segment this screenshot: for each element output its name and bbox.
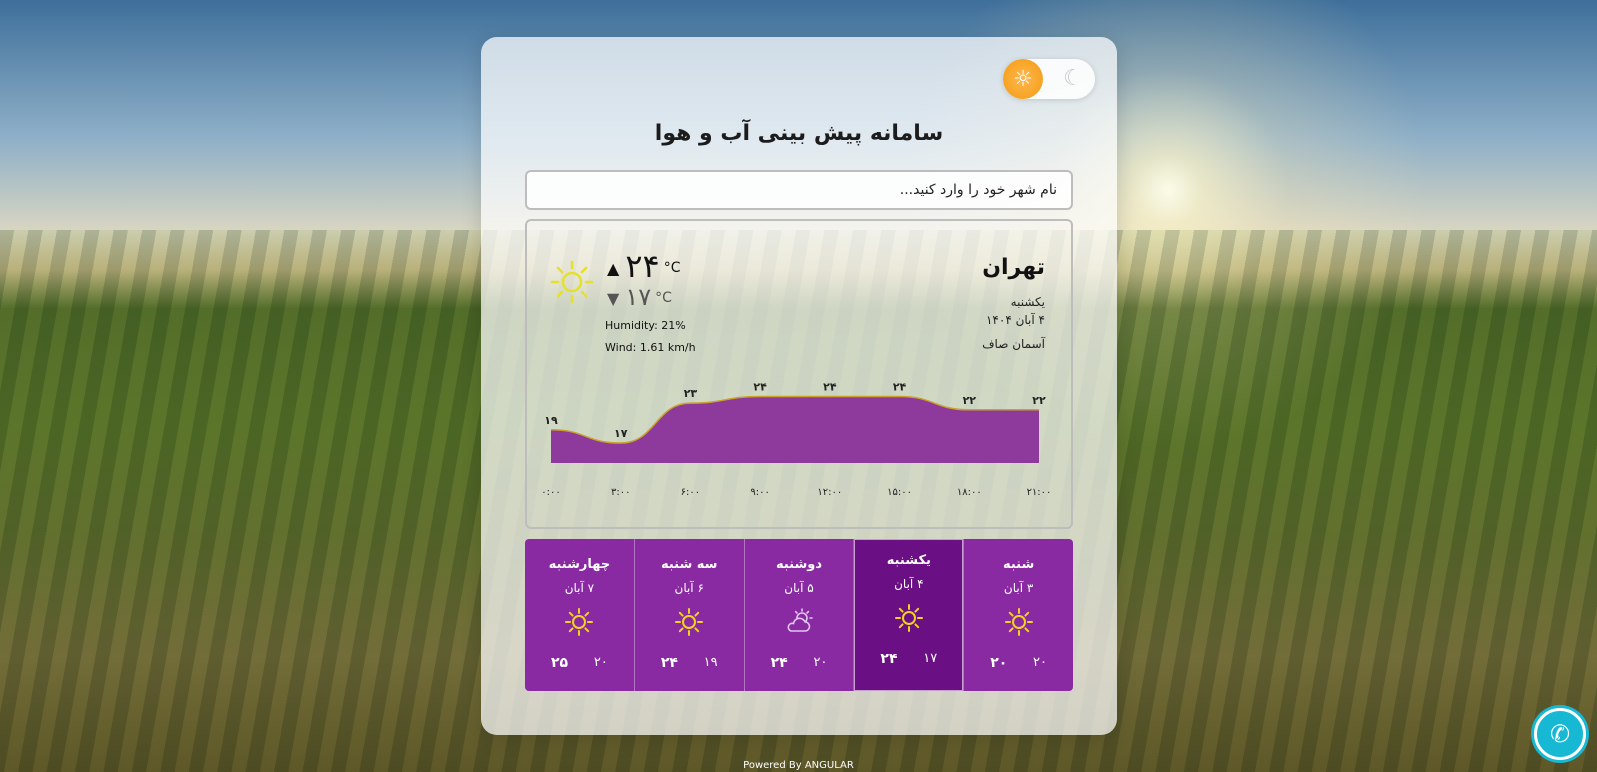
forecast-day-name: چهارشنبه bbox=[548, 557, 611, 572]
chart-x-tick-3: ۹:۰۰ bbox=[750, 487, 769, 498]
forecast-min-temp: ۲۰ bbox=[1033, 655, 1047, 670]
forecast-max-temp: ۲۴ bbox=[880, 651, 898, 667]
temp-unit: °C bbox=[655, 290, 672, 306]
sun-icon bbox=[565, 608, 594, 636]
sun-icon bbox=[894, 604, 923, 632]
forecast-day-date: ۷ آبان bbox=[564, 581, 595, 595]
chart-x-tick-4: ۱۲:۰۰ bbox=[817, 487, 842, 498]
weather-description: آسمان صاف bbox=[982, 337, 1045, 351]
chart-x-tick-5: ۱۵:۰۰ bbox=[887, 487, 912, 498]
chart-value-label-7: ۲۲ bbox=[1032, 394, 1046, 407]
current-date: ۴ آبان ۱۴۰۴ bbox=[985, 313, 1045, 327]
phone-icon: ✆ bbox=[1549, 720, 1571, 748]
forecast-max-temp: ۲۴ bbox=[660, 655, 678, 671]
chart-value-label-4: ۲۴ bbox=[823, 381, 837, 394]
forecast-max-temp: ۲۰ bbox=[990, 655, 1008, 671]
hourly-temperature-chart: ۱۹ ۰:۰۰ ۱۷ ۳:۰۰ ۲۳ ۶:۰۰ ۲۴ ۹:۰۰ ۲۴ ۱۲:۰۰ ۲۴ ۱۵:۰۰ ۲۲… bbox=[541, 381, 1052, 499]
chart-value-label-6: ۲۲ bbox=[963, 394, 977, 407]
forecast-day-date: ۵ آبان bbox=[784, 581, 814, 595]
chart-x-tick-1: ۳:۰۰ bbox=[611, 487, 630, 498]
chart-value-label-3: ۲۴ bbox=[753, 381, 767, 394]
wind-text: Wind: 1.61 km/h bbox=[605, 341, 696, 354]
forecast-day-date: ۶ آبان bbox=[674, 581, 704, 595]
forecast-min-temp: ۲۰ bbox=[813, 655, 828, 670]
temp-max-value: ۲۴ bbox=[625, 247, 660, 285]
forecast-day-0[interactable]: شنبه ۳ آبان ۲۰ ۲۰ bbox=[963, 539, 1073, 691]
page-title: سامانه پیش بینی آب و هوا bbox=[654, 121, 944, 146]
temp-min-value: ۱۷ bbox=[625, 283, 652, 311]
forecast-day-3[interactable]: سه شنبه ۶ آبان ۲۴ ۱۹ bbox=[633, 539, 744, 691]
weather-card: ☼ ☾ سامانه پیش بینی آب و هوا تهران یکشنب… bbox=[481, 37, 1117, 735]
daily-forecast-row: شنبه ۳ آبان ۲۰ ۲۰ یکشنبه ۴ آبان ۲۴ ۱۷ دوشنبه ۵ آب… bbox=[525, 539, 1073, 691]
chart-value-label-0: ۱۹ bbox=[544, 414, 558, 427]
chart-value-label-1: ۱۷ bbox=[614, 427, 628, 440]
footer-text: Powered By ANGULAR bbox=[743, 760, 854, 771]
forecast-min-temp: ۱۷ bbox=[923, 651, 938, 666]
city-name: تهران bbox=[982, 255, 1045, 280]
city-search-input[interactable] bbox=[525, 170, 1073, 210]
current-weather-panel: تهران یکشنبه ۴ آبان ۱۴۰۴ آسمان صاف ▲ ۲۴ °C… bbox=[525, 219, 1073, 529]
humidity-text: Humidity: 21% bbox=[605, 319, 686, 332]
forecast-day-date: ۳ آبان bbox=[1003, 581, 1034, 595]
moon-icon[interactable]: ☾ bbox=[1059, 65, 1087, 93]
chart-value-label-2: ۲۳ bbox=[684, 387, 698, 400]
forecast-day-name: دوشنبه bbox=[775, 557, 823, 572]
chart-x-tick-7: ۲۱:۰۰ bbox=[1027, 487, 1052, 498]
temp-unit: °C bbox=[663, 260, 681, 276]
current-day: یکشنبه bbox=[1010, 295, 1045, 309]
sun-icon[interactable]: ☼ bbox=[1003, 59, 1043, 99]
forecast-day-name: شنبه bbox=[1002, 557, 1035, 572]
temp-min: ▼ ۱۷ °C bbox=[607, 283, 672, 311]
sun-icon bbox=[675, 608, 704, 636]
sun-icon bbox=[1004, 608, 1033, 636]
partly-cloudy-icon bbox=[787, 608, 813, 632]
sun-icon bbox=[550, 260, 594, 304]
forecast-min-temp: ۲۰ bbox=[593, 655, 608, 670]
forecast-day-4[interactable]: چهارشنبه ۷ آبان ۲۵ ۲۰ bbox=[525, 539, 634, 691]
forecast-day-date: ۴ آبان bbox=[894, 577, 924, 591]
up-arrow-icon: ▲ bbox=[607, 258, 620, 278]
forecast-max-temp: ۲۵ bbox=[551, 655, 569, 671]
chart-value-label-5: ۲۴ bbox=[893, 381, 907, 394]
down-arrow-icon: ▼ bbox=[607, 288, 620, 308]
chart-x-tick-6: ۱۸:۰۰ bbox=[957, 487, 982, 498]
forecast-max-temp: ۲۴ bbox=[770, 655, 788, 671]
forecast-day-name: سه شنبه bbox=[660, 557, 718, 572]
temp-max: ▲ ۲۴ °C bbox=[607, 247, 680, 285]
forecast-day-1[interactable]: یکشنبه ۴ آبان ۲۴ ۱۷ bbox=[853, 539, 964, 691]
theme-toggle[interactable]: ☼ ☾ bbox=[1003, 59, 1095, 99]
forecast-day-name: یکشنبه bbox=[886, 553, 931, 568]
phone-call-button[interactable]: ✆ bbox=[1534, 708, 1586, 760]
forecast-day-2[interactable]: دوشنبه ۵ آبان ۲۴ ۲۰ bbox=[743, 539, 854, 691]
forecast-min-temp: ۱۹ bbox=[703, 655, 718, 670]
chart-x-tick-2: ۶:۰۰ bbox=[681, 487, 700, 498]
chart-x-tick-0: ۰:۰۰ bbox=[541, 487, 560, 498]
